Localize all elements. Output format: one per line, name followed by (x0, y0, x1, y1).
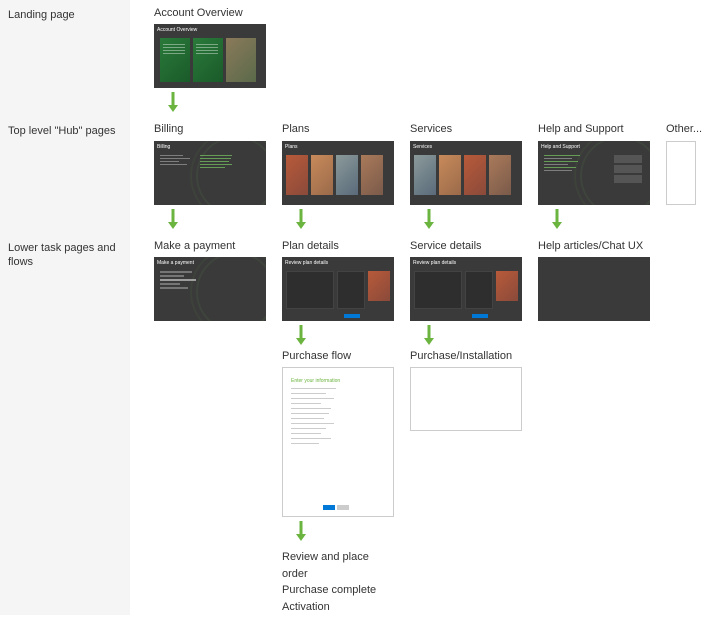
thumb-title: Services (413, 144, 432, 150)
panel-card (193, 38, 223, 82)
tile-label-help: Help and Support (538, 122, 624, 136)
col-billing: Billing Billing (154, 122, 266, 232)
form-title: Enter your information (291, 378, 341, 384)
tile-label-services: Services (410, 122, 452, 136)
arrow-down-icon (294, 209, 308, 229)
col-service-details: Service details Review plan details Purc… (410, 239, 522, 432)
arrow-down-icon (294, 521, 308, 541)
form-content: Enter your information (291, 378, 341, 448)
photo-tiles (286, 155, 383, 195)
tile-label-make-payment: Make a payment (154, 239, 235, 253)
thumb-title: Review plan details (413, 260, 456, 266)
cta-button (472, 314, 488, 318)
help-lines (544, 155, 584, 173)
review-card (337, 271, 365, 309)
tile-label-plan-details: Plan details (282, 239, 339, 253)
tile-label-service-details: Service details (410, 239, 482, 253)
col-make-payment: Make a payment Make a payment (154, 239, 266, 321)
thumb-account-overview: Account Overview (154, 24, 266, 88)
col-other: Other... (666, 122, 706, 204)
tile-label-purchase-installation: Purchase/Installation (410, 349, 512, 363)
photo-tile (336, 155, 358, 195)
col-plans: Plans Plans (282, 122, 394, 232)
thumb-title: Account Overview (157, 27, 197, 33)
arrow-down-icon (422, 325, 436, 345)
end-label-3: Activation (282, 599, 394, 616)
billing-layout (160, 155, 236, 199)
photo-tile (464, 155, 486, 195)
primary-btn (323, 505, 335, 510)
review-layout (286, 271, 390, 309)
thumb-plans: Plans (282, 141, 394, 205)
panel-row (160, 38, 256, 82)
thumb-other (666, 141, 696, 205)
arrow-down-icon (550, 209, 564, 229)
review-card (286, 271, 334, 309)
col-plan-details: Plan details Review plan details Purchas… (282, 239, 394, 616)
thumb-title: Billing (157, 144, 170, 150)
panel-card (160, 38, 190, 82)
end-label-2: Purchase complete (282, 582, 394, 599)
payment-form (160, 271, 200, 291)
photo-tiles (414, 155, 511, 195)
photo-tile (286, 155, 308, 195)
thumb-plan-details: Review plan details (282, 257, 394, 321)
photo-tile (439, 155, 461, 195)
cta-button (344, 314, 360, 318)
secondary-btn (337, 505, 349, 510)
row-label-hub: Top level "Hub" pages (0, 116, 130, 232)
photo-tile (311, 155, 333, 195)
thumb-title: Make a payment (157, 260, 194, 266)
swirl-bg (196, 257, 266, 321)
row-content-hub: Billing Billing (130, 116, 720, 232)
col-account-overview: Account Overview Account Overview (154, 6, 266, 116)
tile-label-purchase-flow: Purchase flow (282, 349, 351, 363)
review-card (465, 271, 493, 309)
thumb-make-payment: Make a payment (154, 257, 266, 321)
row-label-lower: Lower task pages and flows (0, 233, 130, 616)
row-content-lower: Make a payment Make a payment Plan detai… (130, 233, 720, 616)
arrow-down-icon (166, 92, 180, 112)
sitemap-grid: Landing page Account Overview Account Ov… (0, 0, 720, 615)
photo-tile (489, 155, 511, 195)
tile-label-plans: Plans (282, 122, 310, 136)
photo-tile (414, 155, 436, 195)
panel-card-photo (226, 38, 256, 82)
tile-label-help-articles: Help articles/Chat UX (538, 239, 643, 253)
tile-label-other: Other... (666, 122, 702, 136)
review-thumb (496, 271, 518, 301)
row-content-landing: Account Overview Account Overview (130, 0, 720, 116)
row-label-landing: Landing page (0, 0, 130, 116)
arrow-down-icon (422, 209, 436, 229)
end-labels: Review and place order Purchase complete… (282, 545, 394, 615)
help-badges (614, 155, 644, 185)
col-help: Help and Support Help and Support (538, 122, 650, 232)
col-services: Services Services (410, 122, 522, 232)
review-card (414, 271, 462, 309)
thumb-title: Review plan details (285, 260, 328, 266)
review-thumb (368, 271, 390, 301)
thumb-purchase-flow: Enter your information (282, 367, 394, 517)
review-layout (414, 271, 518, 309)
thumb-services: Services (410, 141, 522, 205)
photo-tile (361, 155, 383, 195)
button-pair (323, 505, 349, 510)
tile-label-account-overview: Account Overview (154, 6, 243, 20)
thumb-service-details: Review plan details (410, 257, 522, 321)
arrow-down-icon (294, 325, 308, 345)
thumb-purchase-installation (410, 367, 522, 431)
thumb-title: Help and Support (541, 144, 580, 150)
thumb-help-articles (538, 257, 650, 321)
tile-label-billing: Billing (154, 122, 183, 136)
thumb-title: Plans (285, 144, 298, 150)
end-label-1: Review and place order (282, 549, 394, 582)
col-help-articles: Help articles/Chat UX (538, 239, 650, 321)
thumb-billing: Billing (154, 141, 266, 205)
thumb-help: Help and Support (538, 141, 650, 205)
arrow-down-icon (166, 209, 180, 229)
